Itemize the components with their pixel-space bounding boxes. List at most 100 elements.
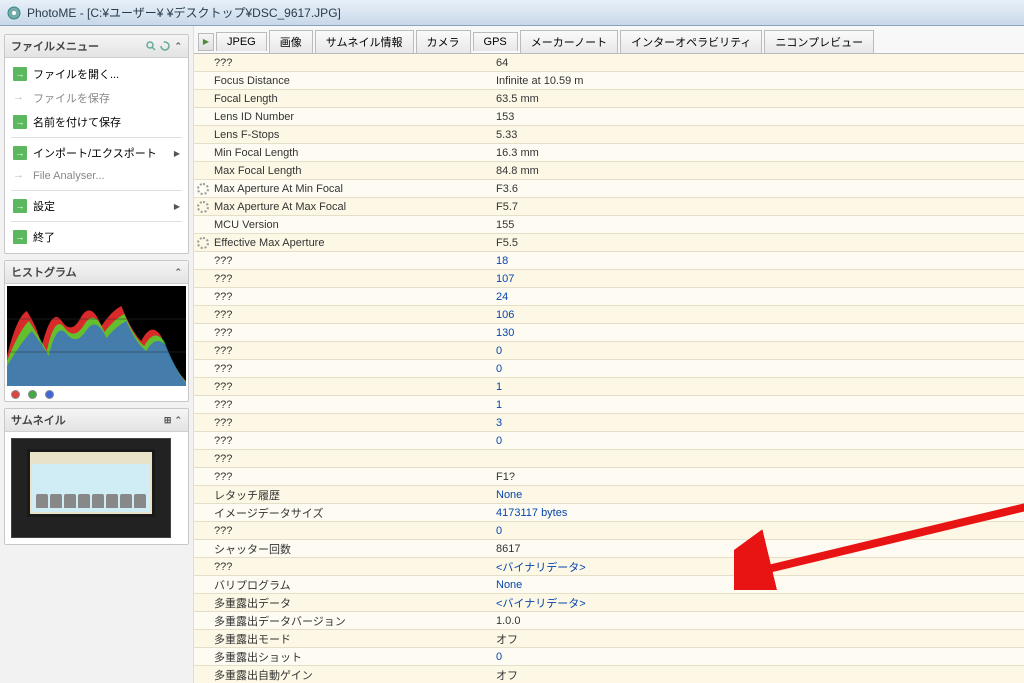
file-menu-header[interactable]: ファイルメニュー ⌃ bbox=[5, 35, 188, 58]
property-name: ??? bbox=[212, 417, 490, 429]
property-value: Infinite at 10.59 m bbox=[490, 75, 1024, 87]
file-menu-title: ファイルメニュー bbox=[11, 38, 99, 54]
refresh-icon[interactable] bbox=[160, 41, 171, 52]
table-row: Effective Max ApertureF5.5 bbox=[194, 234, 1024, 252]
property-value[interactable]: 24 bbox=[490, 291, 1024, 303]
property-value[interactable]: 0 bbox=[490, 345, 1024, 357]
property-value[interactable]: 107 bbox=[490, 273, 1024, 285]
app-icon bbox=[6, 5, 22, 21]
table-row: ???106 bbox=[194, 306, 1024, 324]
thumbnail-image[interactable] bbox=[11, 438, 171, 538]
separator bbox=[11, 137, 182, 138]
property-name: ??? bbox=[212, 525, 490, 537]
property-value[interactable]: 1 bbox=[490, 399, 1024, 411]
arrow-right-icon: → bbox=[13, 91, 27, 105]
arrow-right-icon: → bbox=[13, 115, 27, 129]
collapse-icon[interactable]: ⌃ bbox=[174, 415, 182, 426]
thumbnail-panel: サムネイル ⊞ ⌃ bbox=[4, 408, 189, 545]
tab-interoperability[interactable]: インターオペラビリティ bbox=[620, 30, 762, 53]
property-name: ??? bbox=[212, 381, 490, 393]
thumbnail-title: サムネイル bbox=[11, 412, 66, 428]
property-value[interactable]: 0 bbox=[490, 651, 1024, 663]
table-row: 多重露出データ<バイナリデータ> bbox=[194, 594, 1024, 612]
tabbar: ▶ JPEG 画像 サムネイル情報 カメラ GPS メーカーノート インターオペ… bbox=[194, 26, 1024, 54]
property-value[interactable]: 130 bbox=[490, 327, 1024, 339]
histogram-panel: ヒストグラム ⌃ bbox=[4, 260, 189, 402]
property-name: イメージデータサイズ bbox=[212, 505, 490, 521]
table-row: ???130 bbox=[194, 324, 1024, 342]
histogram-title: ヒストグラム bbox=[11, 264, 77, 280]
collapse-icon[interactable]: ⌃ bbox=[174, 41, 182, 52]
table-row: ???0 bbox=[194, 342, 1024, 360]
property-name: ??? bbox=[212, 399, 490, 411]
thumb-toggle-icon[interactable]: ⊞ bbox=[164, 415, 172, 426]
property-value[interactable]: 1 bbox=[490, 381, 1024, 393]
tab-image[interactable]: 画像 bbox=[269, 30, 313, 53]
property-value[interactable]: 18 bbox=[490, 255, 1024, 267]
thumbnail-header[interactable]: サムネイル ⊞ ⌃ bbox=[5, 409, 188, 432]
property-value[interactable]: <バイナリデータ> bbox=[490, 559, 1024, 575]
tab-scroll-right[interactable]: ▶ bbox=[198, 33, 214, 51]
property-value: 63.5 mm bbox=[490, 93, 1024, 105]
menu-import-export[interactable]: → インポート/エクスポート ▶ bbox=[5, 141, 188, 165]
tab-gps[interactable]: GPS bbox=[473, 32, 518, 51]
aperture-icon bbox=[197, 201, 209, 213]
table-row: Lens F-Stops5.33 bbox=[194, 126, 1024, 144]
property-name: Max Aperture At Min Focal bbox=[212, 183, 490, 195]
property-value[interactable]: 3 bbox=[490, 417, 1024, 429]
property-name: Min Focal Length bbox=[212, 147, 490, 159]
menu-open-file[interactable]: → ファイルを開く... bbox=[5, 62, 188, 86]
property-value[interactable]: 106 bbox=[490, 309, 1024, 321]
table-row: ???F1? bbox=[194, 468, 1024, 486]
property-value: F1? bbox=[490, 471, 1024, 483]
property-name: ??? bbox=[212, 561, 490, 573]
table-row: ???18 bbox=[194, 252, 1024, 270]
arrow-right-icon: → bbox=[13, 67, 27, 81]
property-value[interactable]: 0 bbox=[490, 525, 1024, 537]
chevron-right-icon: ▶ bbox=[174, 202, 180, 211]
property-value: F3.6 bbox=[490, 183, 1024, 195]
red-channel-dot[interactable] bbox=[11, 390, 20, 399]
property-name: ??? bbox=[212, 345, 490, 357]
search-icon[interactable] bbox=[146, 41, 157, 52]
green-channel-dot[interactable] bbox=[28, 390, 37, 399]
table-row: バリプログラムNone bbox=[194, 576, 1024, 594]
property-value: 16.3 mm bbox=[490, 147, 1024, 159]
property-name: ??? bbox=[212, 453, 490, 465]
property-value[interactable]: 0 bbox=[490, 363, 1024, 375]
chevron-right-icon: ▶ bbox=[174, 149, 180, 158]
menu-save-as[interactable]: → 名前を付けて保存 bbox=[5, 110, 188, 134]
tab-nikon-preview[interactable]: ニコンプレビュー bbox=[764, 30, 874, 53]
tab-thumbnail-info[interactable]: サムネイル情報 bbox=[315, 30, 414, 53]
tab-camera[interactable]: カメラ bbox=[416, 30, 471, 53]
property-value: 8617 bbox=[490, 543, 1024, 555]
property-value: F5.5 bbox=[490, 237, 1024, 249]
table-row: イメージデータサイズ4173117 bytes bbox=[194, 504, 1024, 522]
menu-file-analyser: → File Analyser... bbox=[5, 165, 188, 187]
sidebar: ファイルメニュー ⌃ → ファイルを開く... → ファイルを保存 → bbox=[0, 26, 194, 683]
data-table[interactable]: ???64Focus DistanceInfinite at 10.59 mFo… bbox=[194, 54, 1024, 683]
property-name: Focus Distance bbox=[212, 75, 490, 87]
menu-exit[interactable]: → 終了 bbox=[5, 225, 188, 249]
histogram-header[interactable]: ヒストグラム ⌃ bbox=[5, 261, 188, 284]
histogram-channels bbox=[5, 388, 188, 401]
histogram-display bbox=[7, 286, 186, 386]
property-value[interactable]: 0 bbox=[490, 435, 1024, 447]
blue-channel-dot[interactable] bbox=[45, 390, 54, 399]
property-value[interactable]: <バイナリデータ> bbox=[490, 595, 1024, 611]
property-name: 多重露出自動ゲイン bbox=[212, 667, 490, 683]
tab-makernote[interactable]: メーカーノート bbox=[520, 30, 618, 53]
property-value[interactable]: None bbox=[490, 579, 1024, 591]
table-row: レタッチ履歴None bbox=[194, 486, 1024, 504]
table-row: ???1 bbox=[194, 396, 1024, 414]
property-value: 84.8 mm bbox=[490, 165, 1024, 177]
main-area: ▶ JPEG 画像 サムネイル情報 カメラ GPS メーカーノート インターオペ… bbox=[194, 26, 1024, 683]
table-row: 多重露出データバージョン1.0.0 bbox=[194, 612, 1024, 630]
collapse-icon[interactable]: ⌃ bbox=[174, 267, 182, 278]
property-name: 多重露出データバージョン bbox=[212, 613, 490, 629]
tab-jpeg[interactable]: JPEG bbox=[216, 32, 267, 51]
aperture-icon bbox=[197, 183, 209, 195]
property-value[interactable]: None bbox=[490, 489, 1024, 501]
property-value[interactable]: 4173117 bytes bbox=[490, 507, 1024, 519]
menu-settings[interactable]: → 設定 ▶ bbox=[5, 194, 188, 218]
